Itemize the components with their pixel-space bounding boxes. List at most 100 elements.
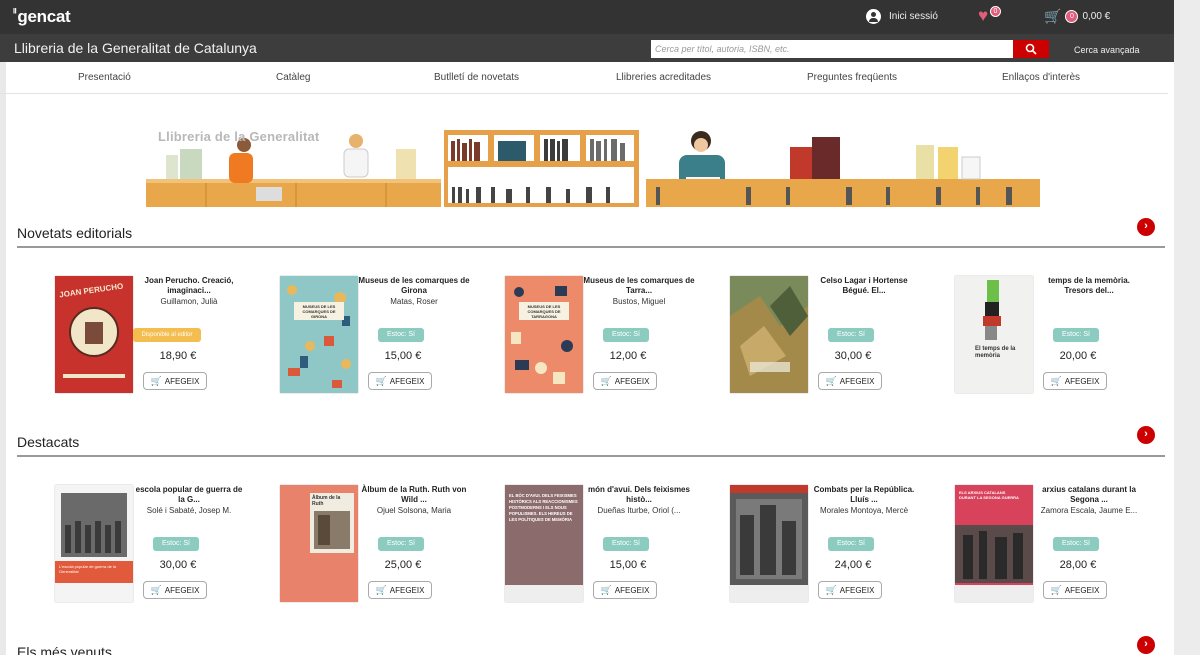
nav-preguntes[interactable]: Preguntes freqüents bbox=[807, 72, 897, 83]
book-cover[interactable] bbox=[730, 276, 808, 393]
cart-icon: 🛒 bbox=[825, 375, 837, 386]
section-title-novetats[interactable]: Novetats editorials bbox=[17, 225, 132, 241]
book-card[interactable]: El temps de la memòria temps de la memòr… bbox=[955, 276, 1180, 406]
book-title[interactable]: Museus de les comarques de Tarra... bbox=[583, 276, 695, 296]
cart-icon: 🛒 bbox=[1050, 375, 1062, 386]
book-title[interactable]: Museus de les comarques de Girona bbox=[358, 276, 470, 296]
add-label: AFEGEIX bbox=[839, 376, 875, 386]
cart-icon: 🛒 bbox=[375, 584, 387, 595]
add-to-cart-button[interactable]: 🛒 AFEGEIX bbox=[593, 372, 657, 390]
novetats-more-button[interactable]: › bbox=[1137, 218, 1155, 236]
nav-presentacio[interactable]: Presentació bbox=[78, 72, 131, 83]
cart-icon: 🛒 bbox=[600, 375, 612, 386]
arxius-cover-title: ELS ARXIUS CATALANS DURANT LA SEGONA GUE… bbox=[959, 490, 1019, 500]
site-title[interactable]: Llibreria de la Generalitat de Catalunya bbox=[14, 40, 257, 56]
book-info: Celso Lagar i Hortense Bégué. El... Esto… bbox=[808, 276, 920, 390]
book-cover[interactable]: MUSEUS DE LES COMARQUES DE TARRAGONA bbox=[505, 276, 583, 393]
nav-llibreries[interactable]: Llibreries acreditades bbox=[616, 72, 711, 83]
page-margin bbox=[1174, 0, 1200, 655]
add-to-cart-button[interactable]: 🛒 AFEGEIX bbox=[143, 372, 207, 390]
memoria-cover-art bbox=[955, 276, 1033, 393]
book-price: 30,00 € bbox=[159, 559, 197, 571]
cart-total: 0,00 € bbox=[1082, 11, 1111, 22]
book-info: arxius catalans durant la Segona ... Zam… bbox=[1033, 485, 1145, 599]
tarragona-cover-title: MUSEUS DE LES COMARQUES DE TARRAGONA bbox=[527, 304, 561, 319]
book-title[interactable]: arxius catalans durant la Segona ... bbox=[1033, 485, 1145, 505]
book-title[interactable]: Combats per la República. Lluís ... bbox=[808, 485, 920, 505]
add-to-cart-button[interactable]: 🛒 AFEGEIX bbox=[368, 581, 432, 599]
add-to-cart-button[interactable]: 🛒 AFEGEIX bbox=[818, 372, 882, 390]
cart-button[interactable]: 🛒 0 0,00 € bbox=[1044, 8, 1110, 25]
book-title[interactable]: Celso Lagar i Hortense Bégué. El... bbox=[808, 276, 920, 296]
book-title[interactable]: temps de la memòria. Tresors del... bbox=[1033, 276, 1145, 296]
add-to-cart-button[interactable]: 🛒 AFEGEIX bbox=[368, 372, 432, 390]
book-title[interactable]: món d'avui. Dels feixismes histò... bbox=[583, 485, 695, 505]
book-cover[interactable] bbox=[730, 485, 808, 602]
add-to-cart-button[interactable]: 🛒 AFEGEIX bbox=[593, 581, 657, 599]
book-cover[interactable]: JOAN PERUCHO bbox=[55, 276, 133, 393]
book-author[interactable]: Solé i Sabaté, Josep M. bbox=[133, 506, 245, 516]
book-cover[interactable]: MUSEUS DE LES COMARQUES DE GIRONA bbox=[280, 276, 358, 393]
book-author[interactable]: Ojuel Solsona, Maria bbox=[358, 506, 470, 516]
section-title-mes-venuts[interactable]: Els més venuts bbox=[17, 644, 112, 655]
add-label: AFEGEIX bbox=[389, 585, 425, 595]
add-to-cart-button[interactable]: 🛒 AFEGEIX bbox=[1043, 372, 1107, 390]
book-card[interactable]: Àlbum de la Ruth Àlbum de la Ruth. Ruth … bbox=[280, 485, 505, 615]
book-author[interactable]: Matas, Roser bbox=[358, 297, 470, 307]
book-card[interactable]: Combats per la República. Lluís ... Mora… bbox=[730, 485, 955, 615]
book-info: Combats per la República. Lluís ... Mora… bbox=[808, 485, 920, 599]
add-label: AFEGEIX bbox=[839, 585, 875, 595]
book-author[interactable]: Zamora Escala, Jaume E... bbox=[1033, 506, 1145, 516]
login-link[interactable]: Inici sessió bbox=[866, 9, 938, 24]
cart-icon: 🛒 bbox=[375, 375, 387, 386]
girona-cover-title: MUSEUS DE LES COMARQUES DE GIRONA bbox=[302, 304, 336, 319]
book-card[interactable]: MUSEUS DE LES COMARQUES DE GIRONA Museus… bbox=[280, 276, 505, 406]
destacats-more-button[interactable]: › bbox=[1137, 426, 1155, 444]
book-cover[interactable]: El temps de la memòria bbox=[955, 276, 1033, 393]
search-button[interactable] bbox=[1013, 40, 1049, 58]
section-title-destacats[interactable]: Destacats bbox=[17, 434, 79, 450]
book-price: 15,00 € bbox=[384, 350, 422, 362]
add-to-cart-button[interactable]: 🛒 AFEGEIX bbox=[143, 581, 207, 599]
book-title[interactable]: escola popular de guerra de la G... bbox=[133, 485, 245, 505]
book-cover[interactable]: ELS ARXIUS CATALANS DURANT LA SEGONA GUE… bbox=[955, 485, 1033, 602]
banner-text: Llibreria de la Generalitat bbox=[158, 129, 320, 144]
book-author[interactable]: Dueñas Iturbe, Oriol (... bbox=[583, 506, 695, 516]
gencat-logo[interactable]: ᴵᴵgencat bbox=[13, 7, 71, 27]
book-card[interactable]: JOAN PERUCHO Joan Perucho. Creació, imag… bbox=[55, 276, 280, 406]
cart-icon: 🛒 bbox=[150, 584, 162, 595]
nav-cataleg[interactable]: Catàleg bbox=[276, 72, 310, 83]
mes-venuts-more-button[interactable]: › bbox=[1137, 636, 1155, 654]
book-card[interactable]: ELS ARXIUS CATALANS DURANT LA SEGONA GUE… bbox=[955, 485, 1180, 615]
add-to-cart-button[interactable]: 🛒 AFEGEIX bbox=[1043, 581, 1107, 599]
book-price: 20,00 € bbox=[1059, 350, 1097, 362]
nav-butlleti[interactable]: Butlletí de novetats bbox=[434, 72, 519, 83]
add-to-cart-button[interactable]: 🛒 AFEGEIX bbox=[818, 581, 882, 599]
stock-badge: Estoc: Sí bbox=[378, 537, 424, 551]
book-card[interactable]: MUSEUS DE LES COMARQUES DE TARRAGONA Mus… bbox=[505, 276, 730, 406]
girona-cover-art bbox=[280, 276, 358, 393]
book-author[interactable]: Bustos, Miguel bbox=[583, 297, 695, 307]
book-author[interactable]: Morales Montoya, Mercè bbox=[808, 506, 920, 516]
book-author[interactable]: Guillamon, Julià bbox=[133, 297, 245, 307]
cart-icon: 🛒 bbox=[150, 375, 162, 386]
stock-badge: Estoc: Sí bbox=[828, 537, 874, 551]
advanced-search-link[interactable]: Cerca avançada bbox=[1074, 45, 1140, 55]
search-input[interactable] bbox=[651, 40, 1013, 58]
favorites-button[interactable]: ♥ 0 bbox=[978, 6, 1001, 26]
book-card[interactable]: Celso Lagar i Hortense Bégué. El... Esto… bbox=[730, 276, 955, 406]
book-cover[interactable]: Àlbum de la Ruth bbox=[280, 485, 358, 602]
top-bar: ᴵᴵgencat Inici sessió ♥ 0 🛒 0 0,00 € bbox=[0, 0, 1174, 34]
arxius-cover-art bbox=[955, 485, 1033, 602]
book-title[interactable]: Joan Perucho. Creació, imaginaci... bbox=[133, 276, 245, 296]
book-cover[interactable]: L'escola popular de guerra de la General… bbox=[55, 485, 133, 602]
book-card[interactable]: EL BÒC D'AVUI. DELS FEIXISMES HISTÒRICS … bbox=[505, 485, 730, 615]
book-price: 30,00 € bbox=[834, 350, 872, 362]
nav-enllacos[interactable]: Enllaços d'interès bbox=[1002, 72, 1080, 83]
book-card[interactable]: L'escola popular de guerra de la General… bbox=[55, 485, 280, 615]
book-cover[interactable]: EL BÒC D'AVUI. DELS FEIXISMES HISTÒRICS … bbox=[505, 485, 583, 602]
book-price: 24,00 € bbox=[834, 559, 872, 571]
bookstore-banner[interactable]: Llibreria de la Generalitat bbox=[146, 127, 1040, 207]
book-price: 12,00 € bbox=[609, 350, 647, 362]
book-title[interactable]: Àlbum de la Ruth. Ruth von Wild ... bbox=[358, 485, 470, 505]
